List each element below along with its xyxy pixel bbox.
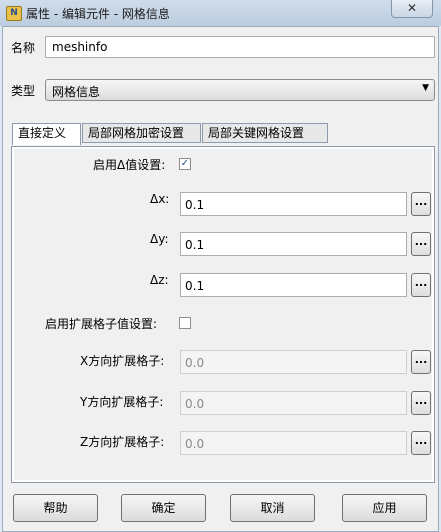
z-expand-label: Z方向扩展格子:	[80, 435, 165, 449]
dx-input[interactable]: 0.1	[180, 192, 407, 216]
title-bar: N 属性 - 编辑元件 - 网格信息 ✕	[0, 0, 441, 26]
dy-browse-button[interactable]: ...	[411, 232, 431, 256]
z-expand-input[interactable]: 0.0	[180, 431, 407, 455]
expand-enable-checkbox[interactable]	[179, 317, 191, 329]
app-icon: N	[6, 6, 22, 21]
tab-local-refine[interactable]: 局部网格加密设置	[82, 123, 201, 143]
delta-enable-checkbox[interactable]: ✓	[179, 158, 191, 170]
type-selected-value: 网格信息	[52, 85, 101, 99]
name-label: 名称	[11, 41, 36, 55]
dx-label: Δx:	[150, 192, 170, 206]
cancel-button[interactable]: 取消	[230, 494, 315, 522]
dz-input[interactable]: 0.1	[180, 273, 407, 297]
type-label: 类型	[11, 84, 36, 98]
help-button[interactable]: 帮助	[13, 494, 98, 522]
dy-input[interactable]: 0.1	[180, 232, 407, 256]
apply-button[interactable]: 应用	[342, 494, 427, 522]
expand-enable-label: 启用扩展格子值设置:	[45, 317, 158, 331]
tab-panel-content: 启用Δ值设置: ✓ Δx: 0.1 ... Δy: 0.1 ... Δz: 0.…	[14, 149, 432, 480]
y-expand-browse-button[interactable]: ...	[411, 391, 431, 415]
y-expand-input[interactable]: 0.0	[180, 391, 407, 415]
delta-enable-label: 启用Δ值设置:	[93, 158, 166, 172]
dx-browse-button[interactable]: ...	[411, 192, 431, 216]
type-select[interactable]: 网格信息 ▼	[45, 79, 435, 101]
window-title: 属性 - 编辑元件 - 网格信息	[26, 7, 170, 21]
tab-panel: 启用Δ值设置: ✓ Δx: 0.1 ... Δy: 0.1 ... Δz: 0.…	[11, 146, 435, 483]
tab-local-key-mesh[interactable]: 局部关键网格设置	[202, 123, 328, 143]
tab-direct-define[interactable]: 直接定义	[12, 123, 81, 145]
dialog-body: 名称 meshinfo 类型 网格信息 ▼ 直接定义 局部网格加密设置 局部关键…	[2, 26, 439, 532]
close-button[interactable]: ✕	[391, 0, 433, 18]
chevron-down-icon: ▼	[422, 83, 429, 93]
dz-label: Δz:	[150, 273, 169, 287]
dy-label: Δy:	[150, 232, 169, 246]
y-expand-label: Y方向扩展格子:	[80, 395, 164, 409]
z-expand-browse-button[interactable]: ...	[411, 431, 431, 455]
x-expand-input[interactable]: 0.0	[180, 350, 407, 374]
name-input[interactable]: meshinfo	[45, 36, 435, 58]
ok-button[interactable]: 确定	[121, 494, 206, 522]
x-expand-label: X方向扩展格子:	[80, 354, 165, 368]
dz-browse-button[interactable]: ...	[411, 273, 431, 297]
x-expand-browse-button[interactable]: ...	[411, 350, 431, 374]
